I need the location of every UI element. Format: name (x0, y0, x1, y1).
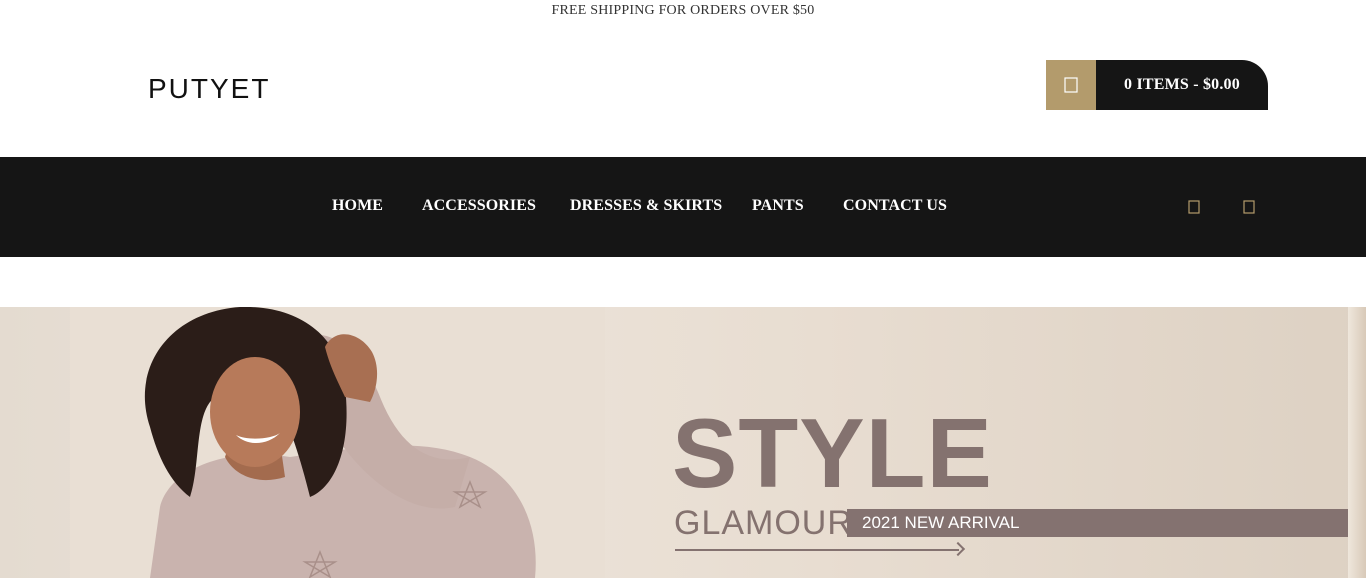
shipping-banner: FREE SHIPPING FOR ORDERS OVER $50 (0, 0, 1366, 24)
arrow-right-icon (950, 541, 966, 557)
user-icon[interactable] (1240, 197, 1258, 217)
site-logo[interactable]: PUTYET (148, 72, 270, 106)
main-navigation: HOME ACCESSORIES DRESSES & SKIRTS PANTS … (0, 157, 1366, 257)
hero-new-arrival-band: 2021 NEW ARRIVAL (847, 509, 1349, 537)
nav-item-home[interactable]: HOME (332, 195, 383, 217)
hero-model-image (70, 307, 605, 578)
nav-item-pants[interactable]: PANTS (752, 195, 804, 217)
nav-item-accessories[interactable]: ACCESSORIES (422, 195, 536, 217)
hero-underline (675, 549, 959, 551)
cart-icon[interactable] (1046, 60, 1096, 110)
nav-item-dresses-skirts[interactable]: DRESSES & SKIRTS (570, 195, 722, 217)
hero-subtitle: GLAMOUR (674, 504, 853, 542)
hero-title: STYLE (672, 398, 993, 508)
site-header: PUTYET 0 ITEMS - $0.00 (0, 24, 1366, 157)
hero-banner[interactable]: STYLE GLAMOUR 2021 NEW ARRIVAL (0, 307, 1366, 578)
cart-summary[interactable]: 0 ITEMS - $0.00 (1096, 60, 1268, 110)
next-slide-edge (1348, 307, 1366, 578)
cart-button[interactable]: 0 ITEMS - $0.00 (1046, 60, 1268, 110)
search-icon[interactable] (1185, 197, 1203, 217)
nav-item-contact-us[interactable]: CONTACT US (843, 195, 947, 217)
shipping-text: FREE SHIPPING FOR ORDERS OVER $50 (551, 3, 815, 18)
